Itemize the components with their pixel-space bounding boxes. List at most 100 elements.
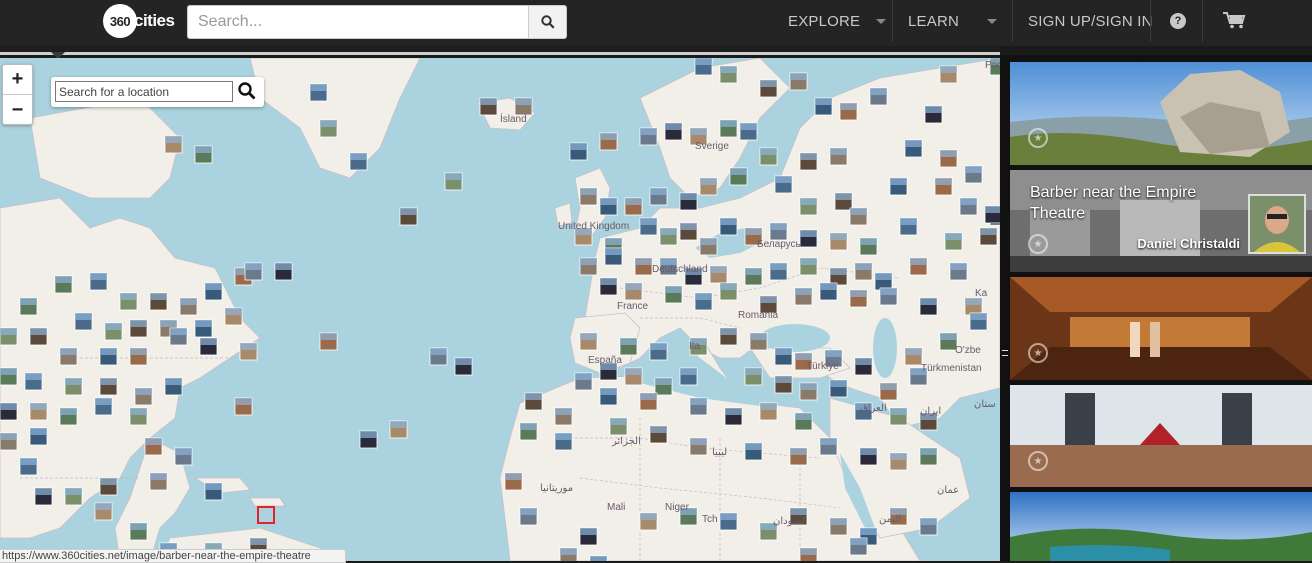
panorama-marker-sky (310, 84, 327, 91)
panorama-marker-sky (905, 140, 922, 147)
panorama-card-barber-near-the-empire-theatre[interactable]: Barber near the Empire Theatre Daniel Ch… (1010, 170, 1312, 272)
panorama-marker-sky (940, 333, 957, 340)
panorama-marker-sky (775, 376, 792, 383)
map-label: ليبيا (712, 447, 728, 458)
zoom-out-button[interactable]: − (3, 95, 32, 125)
panorama-marker-sky (225, 308, 242, 315)
map-label: ايران (920, 406, 942, 417)
panorama-marker-sky (445, 173, 462, 180)
panorama-marker-sky (960, 198, 977, 205)
location-search-button[interactable] (238, 82, 256, 105)
panorama-marker-sky (850, 290, 867, 297)
panorama-thumbnail (1010, 277, 1312, 380)
help-icon[interactable]: ? (1170, 13, 1186, 29)
zoom-in-button[interactable]: + (3, 65, 32, 95)
panorama-marker-sky (890, 408, 907, 415)
panorama-marker-sky (950, 263, 967, 270)
panorama-marker-sky (965, 166, 982, 173)
panorama-marker-sky (320, 333, 337, 340)
panorama-marker-sky (965, 298, 982, 305)
site-search-button[interactable] (528, 5, 567, 39)
panorama-marker-sky (35, 488, 52, 495)
panorama-marker-sky (65, 488, 82, 495)
panorama-title[interactable]: Barber near the Empire Theatre (1030, 182, 1220, 224)
panorama-marker-sky (665, 286, 682, 293)
panorama-marker-sky (105, 323, 122, 330)
nav-explore[interactable]: EXPLORE (788, 0, 887, 42)
panorama-marker-sky (800, 198, 817, 205)
resize-handle-icon[interactable] (1002, 350, 1008, 356)
panorama-marker-sky (795, 353, 812, 360)
chevron-down-icon (876, 18, 887, 24)
panorama-marker-sky (880, 288, 897, 295)
panorama-marker-sky (640, 218, 657, 225)
panorama-marker-sky (625, 368, 642, 375)
favorite-star-icon[interactable]: ★ (1028, 451, 1048, 471)
panorama-marker-sky (180, 298, 197, 305)
panorama-marker-sky (600, 198, 617, 205)
panorama-marker-sky (160, 320, 177, 327)
panorama-marker-sky (605, 238, 622, 245)
world-map[interactable]: Ísland Sverige United Kingdom Deutschlan… (0, 58, 1000, 561)
panorama-card[interactable]: ★ (1010, 277, 1312, 380)
panorama-marker-sky (480, 98, 497, 105)
panorama-marker-sky (800, 230, 817, 237)
cart-icon[interactable] (1222, 11, 1246, 34)
panorama-marker-sky (0, 433, 17, 440)
search-icon (540, 15, 555, 29)
panorama-marker-sky (30, 403, 47, 410)
favorite-star-icon[interactable]: ★ (1028, 128, 1048, 148)
panorama-marker-sky (695, 58, 712, 65)
panorama-marker-sky (130, 408, 147, 415)
nav-learn[interactable]: LEARN (908, 0, 998, 42)
panorama-marker-sky (600, 133, 617, 140)
panorama-marker-sky (985, 206, 1000, 213)
map-label: Ka (975, 288, 988, 299)
map-label: Tch (702, 514, 718, 525)
site-search-input[interactable] (187, 5, 528, 39)
location-search-input[interactable] (55, 81, 233, 102)
panorama-marker-sky (875, 273, 892, 280)
panorama-marker-sky (650, 426, 667, 433)
panorama-marker-sky (90, 273, 107, 280)
panorama-marker-sky (430, 348, 447, 355)
panorama-marker-sky (580, 528, 597, 535)
panorama-marker-sky (0, 368, 17, 375)
panorama-marker-sky (555, 408, 572, 415)
panorama-marker-sky (95, 398, 112, 405)
panorama-marker-sky (195, 146, 212, 153)
panorama-thumbnail (1010, 62, 1312, 165)
panorama-marker-sky (820, 438, 837, 445)
favorite-star-icon[interactable]: ★ (1028, 234, 1048, 254)
panorama-marker-sky (320, 120, 337, 127)
panorama-card[interactable]: ★ (1010, 385, 1312, 487)
chevron-down-icon (987, 18, 998, 24)
author-avatar[interactable] (1248, 194, 1306, 254)
panorama-author[interactable]: Daniel Christaldi (1137, 236, 1240, 251)
map-label: Mali (607, 502, 626, 513)
favorite-star-icon[interactable]: ★ (1028, 343, 1048, 363)
panorama-marker-sky (650, 188, 667, 195)
logo-360cities[interactable]: 360 cities (103, 4, 175, 38)
panorama-marker-sky (600, 388, 617, 395)
panorama-card[interactable]: ★ (1010, 62, 1312, 165)
map-label: Sverige (695, 141, 729, 152)
zoom-control: + − (2, 64, 33, 125)
panorama-marker-sky (360, 431, 377, 438)
top-navigation-bar: 360 cities EXPLORE LEARN SIGN UP/SIGN IN… (0, 0, 1312, 46)
panorama-marker-sky (555, 433, 572, 440)
panorama-marker-sky (890, 453, 907, 460)
panorama-marker-sky (850, 208, 867, 215)
panorama-card[interactable] (1010, 492, 1312, 561)
panorama-marker-sky (690, 398, 707, 405)
panorama-marker-sky (455, 358, 472, 365)
nav-separator (1150, 0, 1151, 42)
panorama-marker-sky (700, 238, 717, 245)
panel-divider[interactable] (1000, 55, 1010, 561)
panorama-marker-sky (655, 378, 672, 385)
panorama-marker-sky (100, 348, 117, 355)
nav-separator (892, 0, 893, 42)
nav-sign-in[interactable]: SIGN UP/SIGN IN (1028, 0, 1153, 42)
panorama-marker-sky (920, 448, 937, 455)
panorama-marker-sky (860, 448, 877, 455)
